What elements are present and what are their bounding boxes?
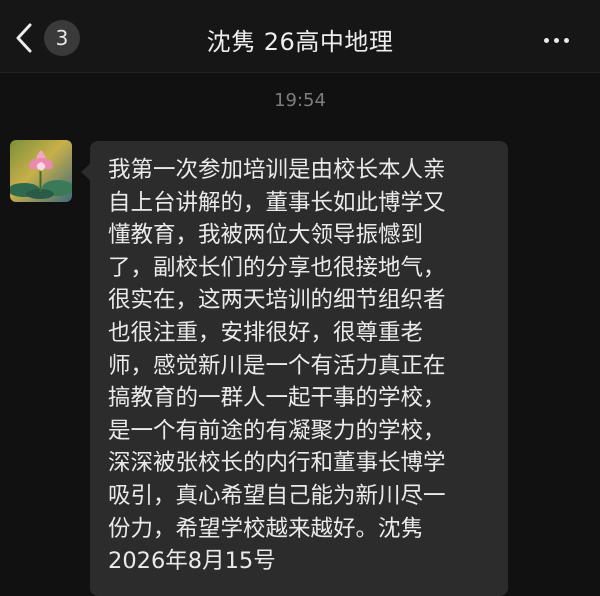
message-timestamp: 19:54 xyxy=(274,90,326,111)
message-line: 师，感觉新川是一个有活力真正在 xyxy=(108,352,446,379)
message-line: 很实在，这两天培训的细节组织者 xyxy=(108,287,446,314)
ellipsis-icon[interactable] xyxy=(543,37,549,43)
lotus-avatar-image xyxy=(10,140,72,202)
message-bubble[interactable]: 我第一次参加培训是由校长本人亲 自上台讲解的，董事长如此博学又 懂教育，我被两位… xyxy=(81,141,508,596)
message-line: 自上台讲解的，董事长如此博学又 xyxy=(108,189,446,216)
message-line: 也很注重，安排很好，很尊重老 xyxy=(108,319,424,346)
message-line: 我第一次参加培训是由校长本人亲 xyxy=(108,157,446,183)
message-line: 搞教育的一群人一起干事的学校， xyxy=(108,385,446,412)
ellipsis-icon[interactable] xyxy=(553,37,559,43)
more-options-button[interactable] xyxy=(536,20,576,60)
chat-header: 3 沈隽 26高中地理 xyxy=(0,0,600,73)
message-line: 懂教育，我被两位大领导振憾到 xyxy=(108,222,424,249)
message-line: 了，副校长们的分享也很接地气， xyxy=(108,254,446,281)
chat-title: 沈隽 26高中地理 xyxy=(206,28,394,56)
message-line: 吸引，真心希望自己能为新川尽一 xyxy=(108,482,446,509)
sender-avatar[interactable] xyxy=(10,140,72,202)
message-line: 2026年8月15号 xyxy=(108,548,276,575)
message-line: 份力，希望学校越来越好。沈隽 xyxy=(108,515,424,542)
message-line: 是一个有前途的有凝聚力的学校， xyxy=(108,417,446,444)
message-line: 深深被张校长的内行和董事长博学 xyxy=(108,450,446,477)
ellipsis-icon[interactable] xyxy=(563,37,569,43)
